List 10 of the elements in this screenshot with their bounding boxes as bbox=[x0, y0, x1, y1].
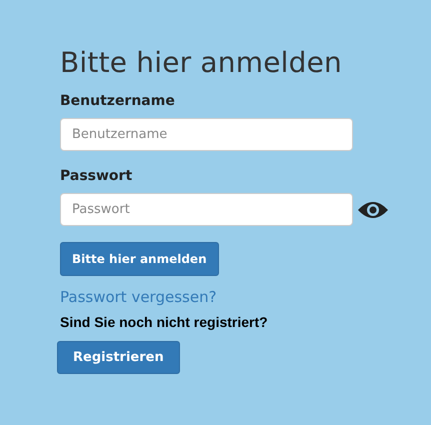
register-prompt: Sind Sie noch nicht registriert? bbox=[60, 314, 268, 330]
input-field[interactable]: Benutzername bbox=[60, 118, 353, 151]
login-button[interactable]: Bitte hier anmelden bbox=[60, 242, 219, 276]
register-button[interactable]: Registrieren bbox=[57, 341, 180, 374]
page-title: Bitte hier anmelden bbox=[60, 46, 342, 79]
field-label: Benutzername bbox=[60, 93, 175, 109]
eye-icon[interactable] bbox=[357, 200, 389, 220]
input-field[interactable]: Passwort bbox=[60, 193, 353, 226]
forgot-password-link[interactable]: Passwort vergessen? bbox=[60, 288, 217, 306]
field-label: Passwort bbox=[60, 168, 132, 184]
